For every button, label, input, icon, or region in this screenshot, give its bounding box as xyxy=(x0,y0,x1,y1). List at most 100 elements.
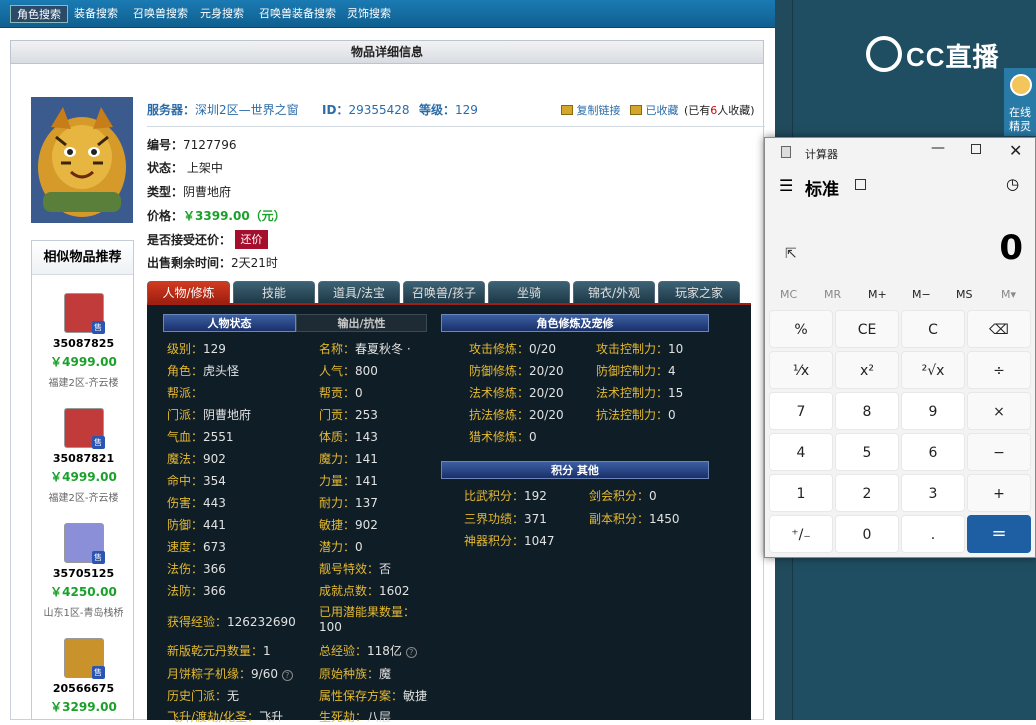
stat-key: 剑会积分： xyxy=(589,489,650,503)
history-icon[interactable]: ◷ xyxy=(1006,175,1019,193)
cult-row: 法术修炼：20/20 xyxy=(469,384,564,401)
stat-key: 比武积分： xyxy=(464,489,525,503)
stat-key: 体质： xyxy=(319,430,356,444)
remaining-value: 2天21时 xyxy=(231,256,278,270)
stat-key: 速度： xyxy=(167,540,204,554)
nav-tab-role-search[interactable]: 角色搜索 xyxy=(10,5,68,23)
stat-row: 新版乾元丹数量：1 xyxy=(167,642,271,659)
mascot-icon xyxy=(1010,74,1032,96)
maximize-icon[interactable] xyxy=(971,144,981,154)
similar-item[interactable]: 售 35087821 ￥4999.00 福建2区-齐云楼 xyxy=(32,408,135,504)
tab-player-home[interactable]: 玩家之家 xyxy=(658,281,740,303)
remaining-label: 出售剩余时间： xyxy=(147,256,232,270)
digit-6-button[interactable]: 6 xyxy=(901,433,965,471)
nav-tab-avatar-search[interactable]: 元身搜索 xyxy=(194,5,250,23)
clear-entry-button[interactable]: CE xyxy=(835,310,899,348)
stat-value: 800 xyxy=(355,364,378,378)
tab-skills[interactable]: 技能 xyxy=(233,281,315,303)
digit-2-button[interactable]: 2 xyxy=(835,474,899,512)
memory-list-button[interactable]: M▾ xyxy=(1001,288,1016,301)
copy-link-button[interactable]: 复制链接 xyxy=(561,102,621,118)
close-icon[interactable]: ✕ xyxy=(1009,141,1022,160)
favorite-button[interactable]: 已收藏 xyxy=(630,102,679,118)
clear-button[interactable]: C xyxy=(901,310,965,348)
price-row: 价格：￥3399.00（元） xyxy=(147,207,286,224)
digit-9-button[interactable]: 9 xyxy=(901,392,965,430)
memory-add-button[interactable]: M+ xyxy=(868,288,887,301)
stat-row: 潜力：0 xyxy=(319,538,363,555)
section-output-resist[interactable]: 输出/抗性 xyxy=(296,314,427,332)
section-character-status[interactable]: 人物状态 xyxy=(163,314,296,332)
item-thumbnail[interactable]: 售 xyxy=(63,638,105,679)
nav-tab-equipment-search[interactable]: 装备搜索 xyxy=(68,5,124,23)
negate-button[interactable]: ⁺/₋ xyxy=(769,515,833,553)
nav-tab-pet-equipment-search[interactable]: 召唤兽装备搜索 xyxy=(253,5,342,23)
item-thumbnail[interactable]: 售 xyxy=(63,293,105,334)
mouse-cursor-icon: ⇱ xyxy=(785,246,797,262)
calculator-window: 计算器 — ✕ ☰ 标准 ◷ ⇱ 0 MC MR M+ M− MS M▾ % C… xyxy=(764,137,1036,558)
memory-subtract-button[interactable]: M− xyxy=(912,288,931,301)
digit-7-button[interactable]: 7 xyxy=(769,392,833,430)
tab-outfits[interactable]: 锦衣/外观 xyxy=(573,281,655,303)
decimal-button[interactable]: . xyxy=(901,515,965,553)
keep-on-top-icon[interactable] xyxy=(855,179,866,190)
subtract-button[interactable]: − xyxy=(967,433,1031,471)
add-button[interactable]: + xyxy=(967,474,1031,512)
serial-value: 7127796 xyxy=(183,138,237,152)
percent-button[interactable]: % xyxy=(769,310,833,348)
stat-value: 192 xyxy=(524,489,547,503)
backspace-button[interactable]: ⌫ xyxy=(967,310,1031,348)
memory-store-button[interactable]: MS xyxy=(956,288,972,301)
memory-clear-button[interactable]: MC xyxy=(780,288,797,301)
memory-recall-button[interactable]: MR xyxy=(824,288,841,301)
tab-pets-children[interactable]: 召唤兽/孩子 xyxy=(403,281,485,303)
similar-item[interactable]: 售 35705125 ￥4250.00 山东1区-青岛栈桥 xyxy=(32,523,135,619)
stat-value: 366 xyxy=(203,562,226,576)
tab-character-cultivation[interactable]: 人物/修炼 xyxy=(147,281,230,303)
minimize-icon[interactable]: — xyxy=(931,140,945,156)
help-icon[interactable]: ? xyxy=(281,670,293,681)
stat-value: 2551 xyxy=(203,430,234,444)
section-points-other: 积分 其他 xyxy=(441,461,709,479)
favorite-label: 已收藏 xyxy=(645,104,679,117)
digit-1-button[interactable]: 1 xyxy=(769,474,833,512)
help-icon[interactable]: ? xyxy=(405,647,417,658)
stat-row: 命中：354 xyxy=(167,472,226,489)
digit-5-button[interactable]: 5 xyxy=(835,433,899,471)
digit-4-button[interactable]: 4 xyxy=(769,433,833,471)
tab-items-treasures[interactable]: 道具/法宝 xyxy=(318,281,400,303)
haggle-label: 是否接受还价： xyxy=(147,233,232,247)
level-label: 等级： xyxy=(419,103,456,117)
online-help-button[interactable]: 在线精灵 xyxy=(1004,68,1036,136)
calculator-titlebar[interactable]: 计算器 — ✕ xyxy=(765,138,1035,168)
status-row: 状态： 上架中 xyxy=(147,159,223,176)
stat-key: 总经验： xyxy=(319,644,368,658)
square-root-button[interactable]: ²√x xyxy=(901,351,965,389)
item-thumbnail[interactable]: 售 xyxy=(63,408,105,449)
similar-item-id: 35705125 xyxy=(52,567,115,580)
divide-button[interactable]: ÷ xyxy=(967,351,1031,389)
multiply-button[interactable]: × xyxy=(967,392,1031,430)
stat-value: 371 xyxy=(524,512,547,526)
square-button[interactable]: x² xyxy=(835,351,899,389)
digit-0-button[interactable]: 0 xyxy=(835,515,899,553)
detail-tabs: 人物/修炼 技能 道具/法宝 召唤兽/孩子 坐骑 锦衣/外观 玩家之家 xyxy=(147,281,751,303)
digit-3-button[interactable]: 3 xyxy=(901,474,965,512)
item-thumbnail[interactable]: 售 xyxy=(63,523,105,564)
calculator-app-icon xyxy=(781,146,791,158)
similar-item[interactable]: 售 20566675 ￥3299.00 xyxy=(32,638,135,715)
similar-items-panel: 相似物品推荐 售 35087825 ￥4999.00 福建2区-齐云楼 售 35… xyxy=(31,240,134,720)
nav-tab-pet-search[interactable]: 召唤兽搜索 xyxy=(127,5,194,23)
stat-value: 20/20 xyxy=(529,408,564,422)
stat-value: 20/20 xyxy=(529,386,564,400)
stat-row: 级别：129 xyxy=(167,340,226,357)
equals-button[interactable]: = xyxy=(967,515,1031,553)
digit-8-button[interactable]: 8 xyxy=(835,392,899,430)
tab-mounts[interactable]: 坐骑 xyxy=(488,281,570,303)
similar-item-price: ￥4999.00 xyxy=(50,470,117,484)
menu-icon[interactable]: ☰ xyxy=(779,176,793,195)
reciprocal-button[interactable]: ¹⁄x xyxy=(769,351,833,389)
nav-tab-ornament-search[interactable]: 灵饰搜索 xyxy=(341,5,397,23)
similar-item[interactable]: 售 35087825 ￥4999.00 福建2区-齐云楼 xyxy=(32,293,135,389)
haggle-button[interactable]: 还价 xyxy=(235,230,268,249)
